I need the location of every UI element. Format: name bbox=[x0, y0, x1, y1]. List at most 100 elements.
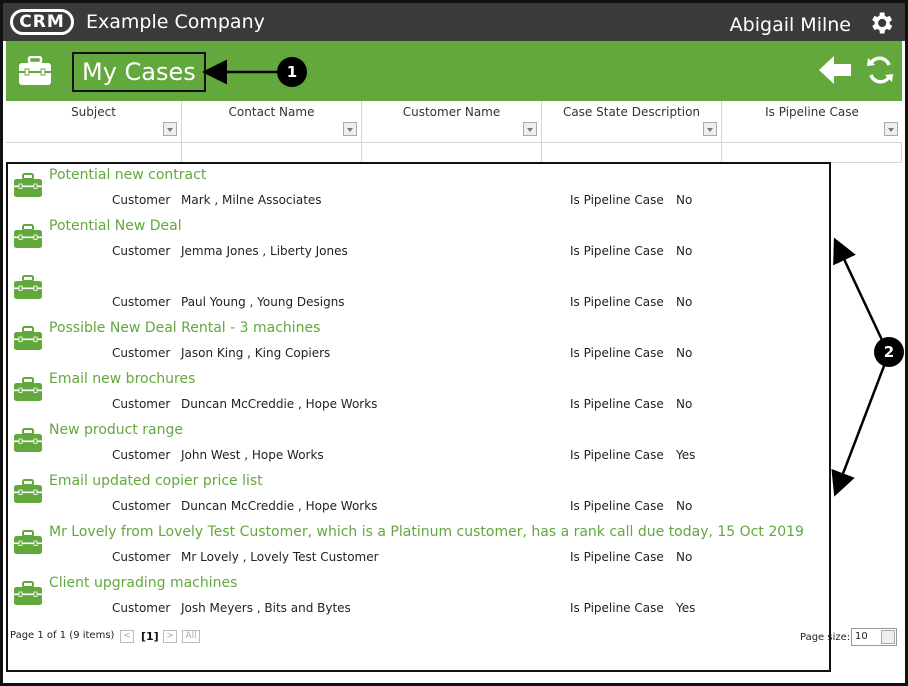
briefcase-icon bbox=[13, 173, 43, 198]
filter-dropdown-icon[interactable] bbox=[163, 122, 177, 136]
briefcase-icon bbox=[13, 224, 43, 249]
customer-label: Customer bbox=[112, 499, 171, 513]
customer-value: Mr Lovely , Lovely Test Customer bbox=[181, 550, 379, 564]
filter-input-state[interactable] bbox=[542, 143, 722, 163]
list-item[interactable]: Email new brochures Customer Duncan McCred… bbox=[8, 368, 828, 419]
filter-input-subject[interactable] bbox=[6, 143, 182, 163]
column-contact-name[interactable]: Contact Name bbox=[182, 101, 362, 142]
column-is-pipeline[interactable]: Is Pipeline Case bbox=[722, 101, 902, 142]
chevron-down-icon[interactable] bbox=[881, 630, 895, 644]
briefcase-icon bbox=[13, 326, 43, 351]
customer-label: Customer bbox=[112, 244, 171, 258]
column-case-state[interactable]: Case State Description bbox=[542, 101, 722, 142]
customer-value: Jason King , King Copiers bbox=[181, 346, 331, 360]
customer-label: Customer bbox=[112, 550, 171, 564]
pipeline-label: Is Pipeline Case bbox=[570, 193, 664, 207]
top-bar: CRM Example Company Abigail Milne bbox=[3, 3, 905, 41]
customer-value: Duncan McCreddie , Hope Works bbox=[181, 397, 378, 411]
case-subject-link[interactable]: New product range bbox=[49, 422, 183, 438]
case-subject-link[interactable]: Client upgrading machines bbox=[49, 575, 237, 591]
filter-dropdown-icon[interactable] bbox=[523, 122, 537, 136]
pipeline-label: Is Pipeline Case bbox=[570, 244, 664, 258]
customer-value: Josh Meyers , Bits and Bytes bbox=[181, 601, 351, 615]
pipeline-value: No bbox=[676, 346, 693, 360]
briefcase-icon bbox=[13, 581, 43, 606]
column-subject[interactable]: Subject bbox=[6, 101, 182, 142]
filter-dropdown-icon[interactable] bbox=[703, 122, 717, 136]
customer-label: Customer bbox=[112, 448, 171, 462]
crm-logo[interactable]: CRM bbox=[10, 9, 74, 35]
refresh-icon[interactable] bbox=[864, 54, 896, 86]
pipeline-value: Yes bbox=[676, 601, 696, 615]
grid-header: Subject Contact Name Customer Name Case … bbox=[6, 101, 902, 163]
list-item[interactable]: Possible New Deal Rental - 3 machines Cus… bbox=[8, 317, 828, 368]
list-item[interactable]: Email updated copier price list Customer D… bbox=[8, 470, 828, 521]
briefcase-icon bbox=[13, 377, 43, 402]
filter-dropdown-icon[interactable] bbox=[343, 122, 357, 136]
user-name[interactable]: Abigail Milne bbox=[730, 12, 851, 38]
pager-current-page[interactable]: [1] bbox=[141, 630, 159, 643]
customer-label: Customer bbox=[112, 397, 171, 411]
pipeline-label: Is Pipeline Case bbox=[570, 295, 664, 309]
briefcase-icon bbox=[13, 428, 43, 453]
pipeline-label: Is Pipeline Case bbox=[570, 601, 664, 615]
pipeline-label: Is Pipeline Case bbox=[570, 397, 664, 411]
column-label: Case State Description bbox=[562, 105, 701, 119]
case-subject-link[interactable]: Potential New Deal bbox=[49, 218, 182, 234]
list-item[interactable]: Potential New Deal Customer Jemma Jones , … bbox=[8, 215, 828, 266]
list-item[interactable]: Potential new contract Customer Mark , Mil… bbox=[8, 164, 828, 215]
briefcase-icon bbox=[13, 479, 43, 504]
customer-value: Duncan McCreddie , Hope Works bbox=[181, 499, 378, 513]
column-label: Is Pipeline Case bbox=[765, 105, 859, 119]
filter-dropdown-icon[interactable] bbox=[884, 122, 898, 136]
list-item[interactable]: New product range Customer John West , Hop… bbox=[8, 419, 828, 470]
list-item[interactable]: Customer Paul Young , Young Designs Is Pip… bbox=[8, 266, 828, 317]
column-label: Customer Name bbox=[402, 105, 501, 119]
page-header: My Cases bbox=[6, 41, 902, 101]
callout-2: 2 bbox=[874, 337, 904, 367]
pipeline-value: No bbox=[676, 295, 693, 309]
filter-input-contact[interactable] bbox=[182, 143, 362, 163]
filter-input-pipeline[interactable] bbox=[722, 143, 902, 163]
case-subject-link[interactable]: Possible New Deal Rental - 3 machines bbox=[49, 320, 320, 336]
page-title: My Cases bbox=[82, 58, 196, 86]
pager-summary: Page 1 of 1 (9 items) bbox=[10, 630, 115, 641]
customer-value: Paul Young , Young Designs bbox=[181, 295, 345, 309]
page-size-select[interactable]: 10 bbox=[851, 628, 897, 646]
column-label: Contact Name bbox=[228, 105, 315, 119]
customer-value: Mark , Milne Associates bbox=[181, 193, 322, 207]
page-title-highlight: My Cases bbox=[72, 52, 206, 92]
pager-prev-button[interactable]: < bbox=[120, 630, 134, 643]
pipeline-value: No bbox=[676, 244, 693, 258]
gear-icon[interactable] bbox=[867, 9, 895, 37]
customer-value: John West , Hope Works bbox=[181, 448, 324, 462]
pipeline-label: Is Pipeline Case bbox=[570, 448, 664, 462]
back-arrow-icon[interactable] bbox=[817, 54, 853, 86]
briefcase-icon bbox=[13, 530, 43, 555]
pager-next-button[interactable]: > bbox=[163, 630, 177, 643]
pipeline-value: Yes bbox=[676, 448, 696, 462]
case-subject-link[interactable]: Potential new contract bbox=[49, 167, 206, 183]
callout-1: 1 bbox=[277, 57, 307, 87]
page-size-value: 10 bbox=[855, 631, 868, 642]
cases-list: Potential new contract Customer Mark , Mil… bbox=[6, 162, 831, 672]
pipeline-value: No bbox=[676, 193, 693, 207]
case-subject-link[interactable]: Mr Lovely from Lovely Test Customer, whi… bbox=[49, 524, 804, 540]
case-subject-link[interactable]: Email updated copier price list bbox=[49, 473, 263, 489]
pipeline-label: Is Pipeline Case bbox=[570, 550, 664, 564]
filter-row bbox=[6, 142, 902, 163]
list-item[interactable]: Mr Lovely from Lovely Test Customer, whi… bbox=[8, 521, 828, 572]
company-name: Example Company bbox=[86, 11, 265, 33]
customer-label: Customer bbox=[112, 601, 171, 615]
pipeline-label: Is Pipeline Case bbox=[570, 499, 664, 513]
briefcase-icon bbox=[13, 275, 43, 300]
pipeline-value: No bbox=[676, 397, 693, 411]
customer-value: Jemma Jones , Liberty Jones bbox=[181, 244, 348, 258]
filter-input-customer[interactable] bbox=[362, 143, 542, 163]
column-customer-name[interactable]: Customer Name bbox=[362, 101, 542, 142]
pager-all-button[interactable]: All bbox=[182, 630, 200, 643]
list-item[interactable]: Client upgrading machines Customer Josh Me… bbox=[8, 572, 828, 623]
case-subject-link[interactable]: Email new brochures bbox=[49, 371, 195, 387]
pager: Page 1 of 1 (9 items) < [1] > All bbox=[10, 630, 200, 643]
customer-label: Customer bbox=[112, 193, 171, 207]
